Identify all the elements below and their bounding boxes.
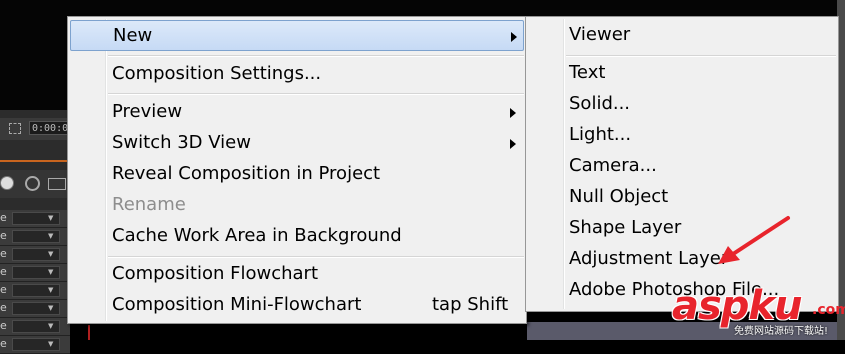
menu-separator <box>108 55 524 57</box>
submenu-item-text[interactable]: Text <box>528 58 836 89</box>
menu-item-label: Light... <box>569 124 632 145</box>
row-label: e <box>0 283 7 296</box>
submenu-arrow-icon <box>510 139 516 149</box>
menu-item-label: Null Object <box>569 186 669 207</box>
menu-item-label: Composition Mini-Flowchart <box>112 294 362 315</box>
menu-item-switch-3d-view[interactable]: Switch 3D View <box>70 128 524 159</box>
chevron-down-icon: ▼ <box>48 250 54 258</box>
menu-item-label: Reveal Composition in Project <box>112 163 381 184</box>
submenu-item-light[interactable]: Light... <box>528 120 836 151</box>
row-label: e <box>0 319 7 332</box>
submenu-item-null-object[interactable]: Null Object <box>528 182 836 213</box>
shortcut-hint: tap Shift <box>432 294 509 315</box>
chevron-down-icon: ▼ <box>48 268 54 276</box>
submenu-item-solid[interactable]: Solid... <box>528 89 836 120</box>
composition-context-menu: New Composition Settings... Preview Swit… <box>67 16 527 324</box>
chevron-down-icon: ▼ <box>48 340 54 348</box>
chevron-down-icon: ▼ <box>48 214 54 222</box>
region-of-interest-icon[interactable] <box>9 123 21 134</box>
panel-focus-bar <box>0 160 70 162</box>
watermark-tagline: 免费网站源码下载站! <box>734 326 829 337</box>
red-pointer-arrow-icon <box>718 216 790 264</box>
chevron-down-icon: ▼ <box>48 322 54 330</box>
menu-item-preview[interactable]: Preview <box>70 97 524 128</box>
row-label: e <box>0 265 7 278</box>
menu-item-label: Preview <box>112 101 183 122</box>
layer-row[interactable]: e ▼ <box>0 264 70 282</box>
row-label: e <box>0 337 7 350</box>
menu-item-label: New <box>113 25 153 46</box>
menu-item-composition-settings[interactable]: Composition Settings... <box>70 59 524 90</box>
layer-rows: e ▼ e ▼ e ▼ e ▼ e ▼ e ▼ e ▼ e ▼ <box>0 210 70 354</box>
layer-row[interactable]: e ▼ <box>0 228 70 246</box>
row-label: e <box>0 301 7 314</box>
film-icon[interactable] <box>48 178 66 190</box>
menu-item-reveal-composition[interactable]: Reveal Composition in Project <box>70 159 524 190</box>
layer-row[interactable]: e ▼ <box>0 246 70 264</box>
layer-row[interactable]: e ▼ <box>0 318 70 336</box>
menu-item-label: Cache Work Area in Background <box>112 225 402 246</box>
row-label: e <box>0 247 7 260</box>
menu-item-cache-work-area[interactable]: Cache Work Area in Background <box>70 221 524 252</box>
menu-item-label: Shape Layer <box>569 217 682 238</box>
layer-row[interactable]: e ▼ <box>0 336 70 354</box>
menu-item-label: Rename <box>112 194 186 215</box>
row-label: e <box>0 211 7 224</box>
solo-icon[interactable] <box>25 176 40 191</box>
menu-item-rename: Rename <box>70 190 524 221</box>
submenu-item-viewer[interactable]: Viewer <box>528 20 836 51</box>
current-time-indicator[interactable] <box>88 325 90 340</box>
menu-item-label: Composition Settings... <box>112 63 322 84</box>
menu-item-label: Viewer <box>569 24 631 45</box>
menu-item-label: Camera... <box>569 155 657 176</box>
layer-row[interactable]: e ▼ <box>0 282 70 300</box>
menu-item-label: Solid... <box>569 93 631 114</box>
submenu-arrow-icon <box>510 108 516 118</box>
submenu-arrow-icon <box>511 32 517 42</box>
submenu-item-camera[interactable]: Camera... <box>528 151 836 182</box>
watermark: aspku .com 免费网站源码下载站! <box>672 284 845 340</box>
chevron-down-icon: ▼ <box>48 304 54 312</box>
chevron-down-icon: ▼ <box>48 232 54 240</box>
row-label: e <box>0 229 7 242</box>
menu-item-label: Composition Flowchart <box>112 263 319 284</box>
menu-item-label: Text <box>569 62 606 83</box>
layer-row[interactable]: e ▼ <box>0 210 70 228</box>
timecode-field[interactable]: 0:00:0 <box>29 121 69 135</box>
watermark-domain: .com <box>812 302 845 318</box>
layer-row[interactable]: e ▼ <box>0 300 70 318</box>
chevron-down-icon: ▼ <box>48 286 54 294</box>
eye-icon[interactable] <box>0 176 14 190</box>
menu-item-new[interactable]: New <box>70 20 524 51</box>
menu-item-composition-flowchart[interactable]: Composition Flowchart <box>70 259 524 290</box>
menu-separator <box>108 93 524 95</box>
menu-item-label: Switch 3D View <box>112 132 251 153</box>
menu-separator <box>108 256 524 258</box>
menu-item-composition-mini-flowchart[interactable]: Composition Mini-Flowchart tap Shift <box>70 290 524 321</box>
menu-separator <box>566 55 836 57</box>
